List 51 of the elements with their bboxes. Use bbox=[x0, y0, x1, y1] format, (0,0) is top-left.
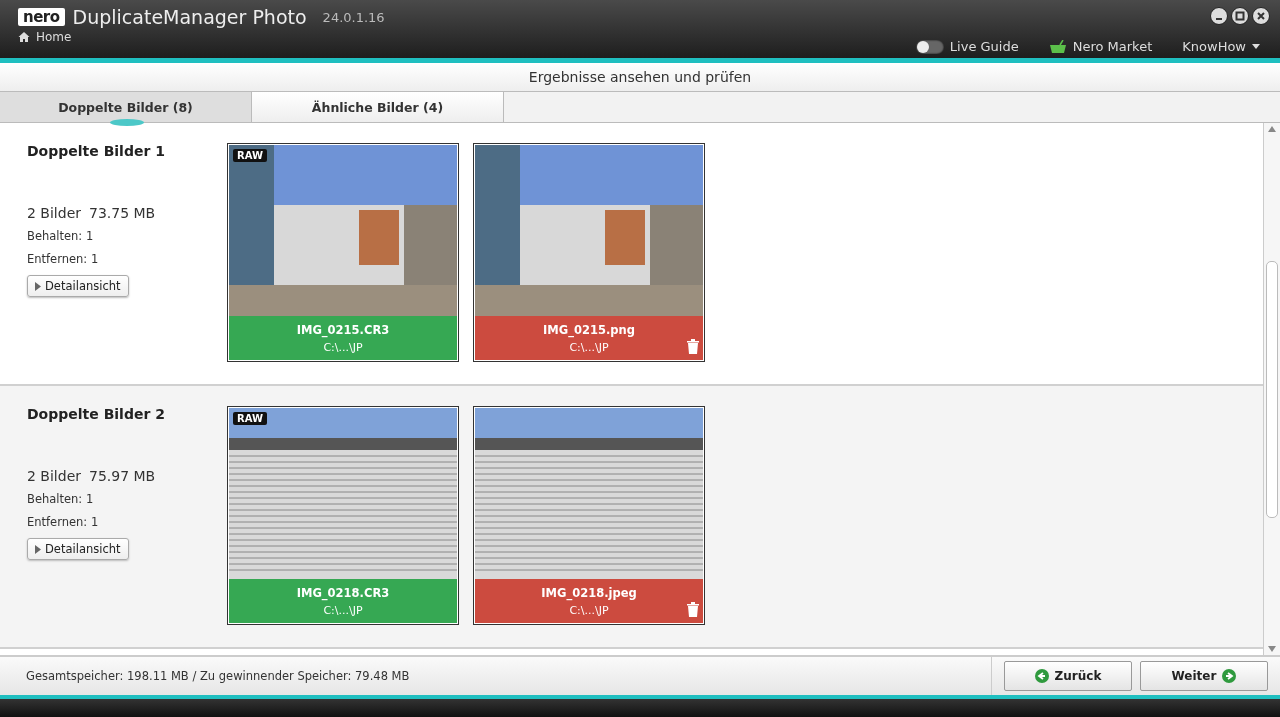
group-size: 73.75 MB bbox=[89, 205, 156, 221]
trash-icon[interactable] bbox=[687, 339, 699, 354]
trash-icon[interactable] bbox=[687, 602, 699, 617]
caret-icon bbox=[1252, 44, 1260, 49]
maximize-button[interactable] bbox=[1231, 7, 1249, 25]
back-button[interactable]: Zurück bbox=[1004, 661, 1132, 691]
scrollbar[interactable] bbox=[1263, 123, 1280, 655]
nero-market-link[interactable]: Nero Market bbox=[1072, 39, 1153, 54]
knowhow-menu[interactable]: KnowHow bbox=[1182, 39, 1260, 54]
nero-logo: nero bbox=[18, 8, 65, 26]
close-button[interactable] bbox=[1252, 7, 1270, 25]
file-path: C:\...\JP bbox=[323, 340, 363, 354]
detail-view-button[interactable]: Detailansicht bbox=[27, 275, 129, 297]
file-path: C:\...\JP bbox=[569, 603, 609, 617]
image-count: 2 Bilder bbox=[27, 468, 81, 484]
tab[interactable]: Ähnliche Bilder (4) bbox=[252, 92, 504, 122]
kept-count: Behalten: 1 bbox=[27, 492, 94, 506]
group-title: Doppelte Bilder 2 bbox=[27, 406, 165, 422]
file-path: C:\...\JP bbox=[323, 603, 363, 617]
detail-view-button[interactable]: Detailansicht bbox=[27, 538, 129, 560]
next-button[interactable]: Weiter bbox=[1140, 661, 1268, 691]
storage-summary: Gesamtspeicher: 198.11 MB / Zu gewinnender Speicher: 79.48 MB bbox=[25, 669, 411, 683]
file-name: IMG_0215.CR3 bbox=[296, 322, 390, 337]
scroll-down-icon[interactable] bbox=[1268, 646, 1276, 652]
left-arrow-icon bbox=[1034, 669, 1049, 683]
file-name: IMG_0215.png bbox=[543, 322, 635, 337]
scroll-up-icon[interactable] bbox=[1268, 126, 1276, 132]
triangle-icon bbox=[35, 281, 41, 291]
window-title: DuplicateManager Photo bbox=[72, 6, 307, 28]
kept-count: Behalten: 1 bbox=[27, 229, 94, 243]
page-subtitle: Ergebnisse ansehen und prüfen bbox=[0, 63, 1280, 92]
home-link[interactable]: Home bbox=[36, 30, 72, 44]
group-size: 75.97 MB bbox=[89, 468, 156, 484]
version-label: 24.0.1.16 bbox=[322, 9, 385, 25]
file-name: IMG_0218.CR3 bbox=[296, 585, 390, 600]
removed-count: Entfernen: 1 bbox=[27, 252, 99, 266]
basket-icon bbox=[1048, 39, 1067, 54]
scroll-thumb[interactable] bbox=[1266, 260, 1278, 518]
removed-count: Entfernen: 1 bbox=[27, 515, 99, 529]
live-guide-toggle[interactable] bbox=[915, 39, 944, 54]
file-name: IMG_0218.jpeg bbox=[541, 585, 637, 600]
triangle-icon bbox=[35, 544, 41, 554]
image-count: 2 Bilder bbox=[27, 205, 81, 221]
raw-badge: RAW bbox=[233, 412, 268, 425]
right-arrow-icon bbox=[1222, 669, 1237, 683]
raw-badge: RAW bbox=[233, 149, 268, 162]
group-title: Doppelte Bilder 1 bbox=[27, 143, 165, 159]
file-path: C:\...\JP bbox=[569, 340, 609, 354]
minimize-button[interactable] bbox=[1210, 7, 1228, 25]
live-guide-label: Live Guide bbox=[949, 39, 1019, 54]
home-icon[interactable] bbox=[18, 31, 30, 43]
